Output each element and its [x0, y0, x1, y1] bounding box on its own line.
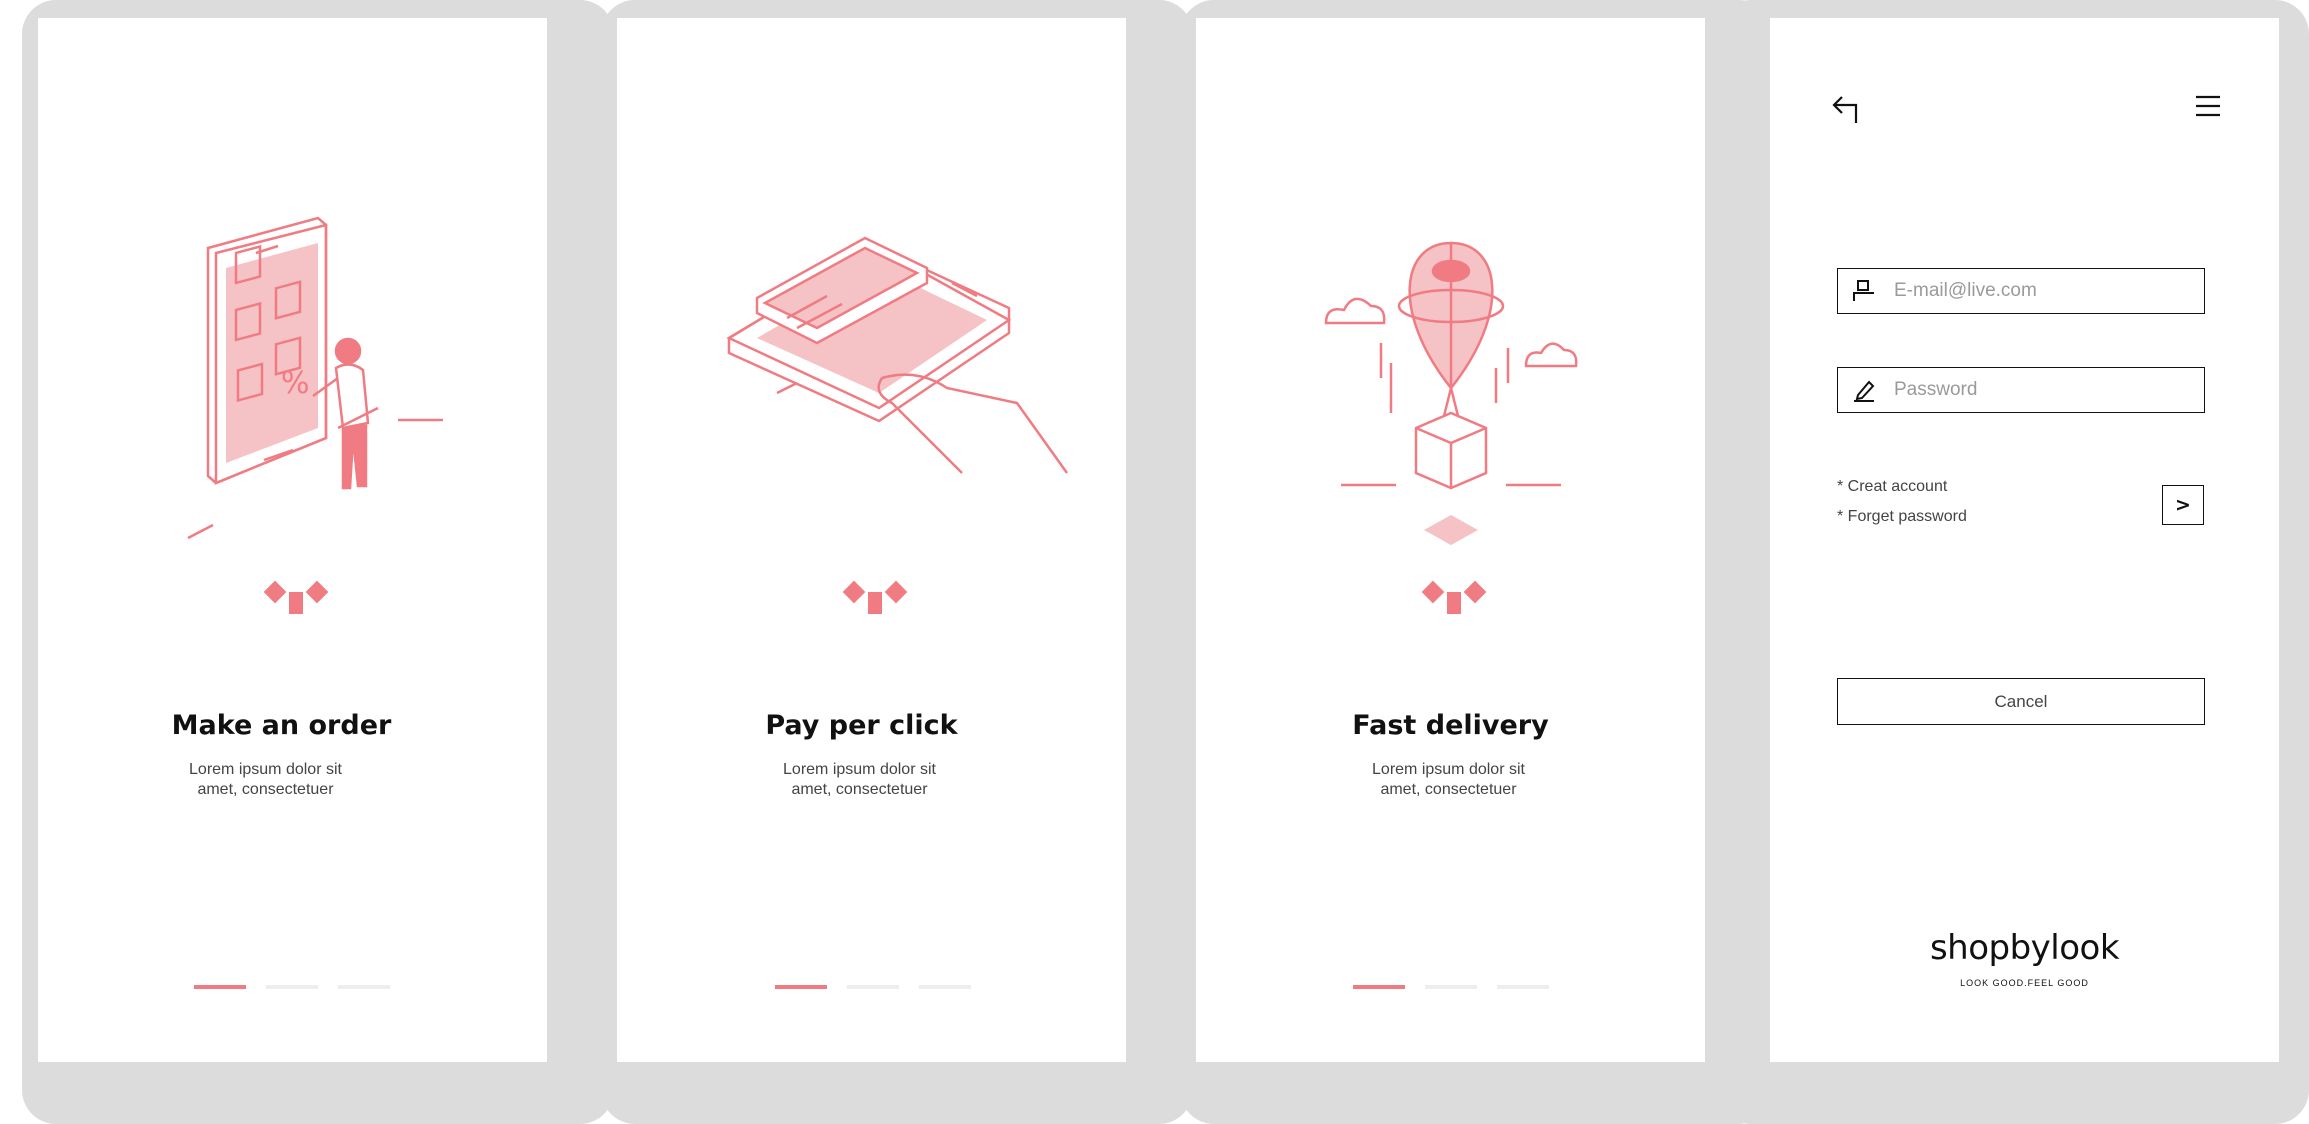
onboarding-screen-payment: Pay per click Lorem ipsum dolor sit amet…	[617, 18, 1126, 1062]
brand-mark-icon	[1421, 580, 1487, 614]
description-line: Lorem ipsum dolor sit	[189, 761, 342, 778]
onboarding-screen-delivery: Fast delivery Lorem ipsum dolor sit amet…	[1196, 18, 1705, 1062]
hamburger-menu-icon[interactable]	[2193, 91, 2223, 121]
description-line: amet, consectetuer	[791, 781, 928, 798]
pagination-dots	[1353, 985, 1549, 989]
slide-description: Lorem ipsum dolor sit amet, consectetuer	[1196, 760, 1703, 800]
slide-description: Lorem ipsum dolor sit amet, consectetuer	[38, 760, 520, 800]
brand-mark-icon	[263, 580, 329, 614]
page-dot[interactable]	[847, 985, 899, 989]
login-screen: * Creat account * Forget password > Canc…	[1770, 18, 2279, 1062]
page-dot[interactable]	[1497, 985, 1549, 989]
page-dot-active[interactable]	[775, 985, 827, 989]
brand-logo: shopbylook	[1929, 928, 2120, 968]
pagination-dots	[775, 985, 971, 989]
slide-title: Pay per click	[765, 710, 958, 741]
email-field[interactable]	[1837, 268, 2205, 314]
phone-shopping-icon: %	[187, 216, 443, 540]
description-line: Lorem ipsum dolor sit	[1372, 761, 1525, 778]
onboarding-screen-order: % Make an order Lorem ipsum dolor sit am…	[38, 18, 547, 1062]
slide-title: Make an order	[171, 710, 392, 741]
description-line: amet, consectetuer	[1380, 781, 1517, 798]
description-line: amet, consectetuer	[197, 781, 334, 798]
forget-password-link[interactable]: * Forget password	[1837, 508, 1967, 526]
user-icon	[1853, 280, 1874, 301]
card-payment-icon	[726, 236, 1069, 474]
brand-mark-icon	[842, 580, 908, 614]
page-dot[interactable]	[338, 985, 390, 989]
submit-button[interactable]: >	[2162, 485, 2204, 525]
pen-icon	[1854, 380, 1875, 402]
page-dot[interactable]	[919, 985, 971, 989]
svg-text:%: %	[281, 366, 310, 401]
page-dot[interactable]	[266, 985, 318, 989]
pagination-dots	[194, 985, 390, 989]
password-field[interactable]	[1837, 367, 2205, 413]
slide-title: Fast delivery	[1352, 710, 1549, 741]
page-dot[interactable]	[1425, 985, 1477, 989]
email-input[interactable]	[1894, 280, 2174, 302]
page-dot-active[interactable]	[1353, 985, 1405, 989]
cancel-button[interactable]: Cancel	[1837, 678, 2205, 725]
password-input[interactable]	[1894, 379, 2174, 401]
description-line: Lorem ipsum dolor sit	[783, 761, 936, 778]
brand-tagline: LOOK GOOD.FEEL GOOD	[1960, 978, 2089, 988]
slide-description: Lorem ipsum dolor sit amet, consectetuer	[617, 760, 1114, 800]
balloon-delivery-icon	[1324, 241, 1578, 545]
page-dot-active[interactable]	[194, 985, 246, 989]
create-account-link[interactable]: * Creat account	[1837, 478, 1947, 496]
back-arrow-icon[interactable]	[1830, 93, 1864, 127]
